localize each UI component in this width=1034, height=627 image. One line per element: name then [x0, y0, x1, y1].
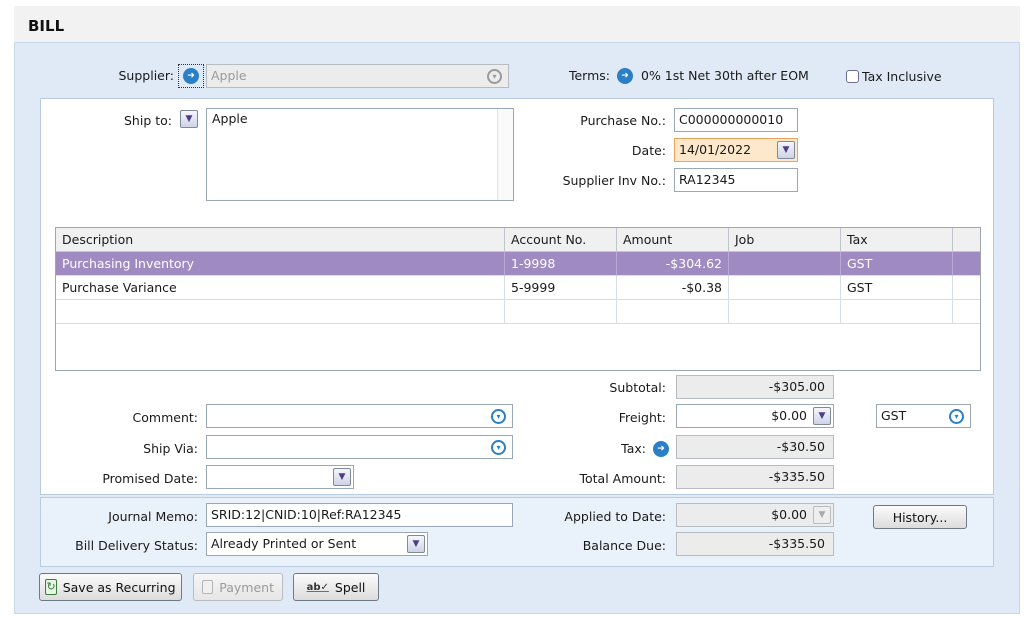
cell-description[interactable] — [56, 300, 505, 324]
recurring-icon: ↻ — [45, 579, 57, 595]
history-button[interactable]: History... — [873, 505, 967, 529]
tax-detail-button[interactable]: ➜ — [653, 441, 669, 457]
cell-tax[interactable] — [841, 300, 953, 324]
ship-to-text: Apple — [212, 111, 248, 126]
purchase-no-label: Purchase No.: — [580, 113, 666, 128]
save-as-recurring-label: Save as Recurring — [62, 579, 176, 595]
supplier-inv-label: Supplier Inv No.: — [562, 173, 666, 188]
ship-via-field[interactable] — [206, 435, 513, 459]
promised-date-dropdown[interactable]: ▼ — [333, 468, 351, 486]
chevron-down-icon: ▼ — [412, 539, 420, 549]
cell-amount[interactable]: -$304.62 — [617, 252, 729, 276]
cell-job[interactable] — [729, 276, 841, 300]
cell-account[interactable]: 1-9998 — [505, 252, 617, 276]
ship-via-label: Ship Via: — [143, 441, 198, 456]
chevron-down-icon[interactable]: ▾ — [949, 409, 964, 424]
subtotal-value: -$305.00 — [676, 375, 834, 399]
column-header-tax[interactable]: Tax — [841, 228, 953, 252]
arrow-right-circle-icon: ➜ — [183, 68, 199, 84]
freight-label: Freight: — [618, 410, 666, 425]
total-amount-label: Total Amount: — [579, 471, 667, 486]
cell-description[interactable]: Purchase Variance — [56, 276, 505, 300]
column-header-spacer — [953, 228, 980, 252]
journal-memo-label: Journal Memo: — [108, 509, 198, 524]
spell-label: Spell — [334, 579, 366, 595]
applied-dropdown: ▼ — [813, 506, 831, 524]
comment-label: Comment: — [132, 410, 198, 425]
cell-amount[interactable]: -$0.38 — [617, 276, 729, 300]
tax-value: -$30.50 — [676, 435, 834, 459]
chevron-down-icon: ▼ — [818, 411, 826, 421]
balance-value: -$335.50 — [676, 532, 834, 556]
chevron-down-icon: ▼ — [818, 510, 826, 520]
cell-tax[interactable]: GST — [841, 276, 953, 300]
memo-panel — [40, 497, 994, 567]
spell-check-icon: ab✓ — [306, 581, 329, 593]
column-header-job[interactable]: Job — [729, 228, 841, 252]
cell-spacer — [953, 276, 980, 300]
supplier-detail-button[interactable]: ➜ — [178, 64, 204, 88]
freight-field[interactable]: $0.00 — [676, 404, 834, 428]
cell-job[interactable] — [729, 252, 841, 276]
column-header-account[interactable]: Account No. — [505, 228, 617, 252]
line-items-table: Description Account No. Amount Job Tax P… — [55, 227, 981, 371]
cell-tax[interactable]: GST — [841, 252, 953, 276]
cell-job[interactable] — [729, 300, 841, 324]
ship-to-dropdown[interactable]: ▼ — [180, 110, 198, 128]
column-header-amount[interactable]: Amount — [617, 228, 729, 252]
title-bar — [14, 6, 1020, 42]
journal-memo-field[interactable]: SRID:12|CNID:10|Ref:RA12345 — [206, 503, 513, 527]
spell-button[interactable]: ab✓ Spell — [293, 573, 379, 601]
payment-button[interactable]: Payment — [193, 573, 283, 601]
tax-inclusive-label: Tax Inclusive — [862, 69, 942, 84]
chevron-down-icon: ▼ — [338, 472, 346, 482]
promised-date-field[interactable] — [206, 465, 354, 489]
supplier-inv-field[interactable]: RA12345 — [674, 168, 798, 192]
promised-date-label: Promised Date: — [102, 471, 198, 486]
date-label: Date: — [631, 143, 666, 158]
supplier-field[interactable]: Apple — [206, 64, 509, 88]
cell-spacer — [953, 252, 980, 276]
terms-value: 0% 1st Net 30th after EOM — [641, 68, 809, 83]
total-amount-value: -$335.50 — [676, 465, 834, 489]
chevron-down-icon: ▼ — [185, 114, 193, 124]
history-button-label: History... — [892, 509, 948, 525]
date-dropdown[interactable]: ▼ — [777, 141, 795, 159]
delivery-status-label: Bill Delivery Status: — [75, 538, 198, 553]
tax-label: Tax: — [621, 441, 646, 456]
chevron-down-icon[interactable]: ▾ — [487, 69, 502, 84]
supplier-label: Supplier: — [118, 68, 175, 83]
terms-label: Terms: — [568, 68, 610, 83]
balance-label: Balance Due: — [582, 538, 666, 553]
subtotal-label: Subtotal: — [609, 380, 666, 395]
chevron-down-icon[interactable]: ▾ — [491, 440, 506, 455]
column-header-description[interactable]: Description — [56, 228, 505, 252]
cell-description[interactable]: Purchasing Inventory — [56, 252, 505, 276]
terms-detail-button[interactable]: ➜ — [617, 68, 633, 84]
cell-spacer — [953, 300, 980, 324]
delivery-status-field[interactable]: Already Printed or Sent — [206, 532, 428, 556]
ship-to-label: Ship to: — [124, 113, 172, 128]
window-title: BILL — [28, 17, 65, 35]
ship-to-textarea[interactable]: Apple — [206, 108, 514, 201]
freight-dropdown[interactable]: ▼ — [813, 407, 831, 425]
ship-to-scrollbar[interactable] — [497, 109, 513, 200]
applied-value: $0.00 — [676, 503, 834, 527]
delivery-status-dropdown[interactable]: ▼ — [407, 535, 425, 553]
save-as-recurring-button[interactable]: ↻ Save as Recurring — [39, 573, 182, 601]
cell-amount[interactable] — [617, 300, 729, 324]
payment-icon — [202, 580, 214, 594]
cell-account[interactable]: 5-9999 — [505, 276, 617, 300]
tax-inclusive-checkbox[interactable] — [846, 70, 859, 83]
purchase-no-field[interactable]: C000000000010 — [674, 108, 798, 132]
cell-account[interactable] — [505, 300, 617, 324]
chevron-down-icon[interactable]: ▾ — [491, 409, 506, 424]
chevron-down-icon: ▼ — [782, 145, 790, 155]
payment-label: Payment — [219, 579, 274, 595]
comment-field[interactable] — [206, 404, 513, 428]
applied-label: Applied to Date: — [564, 509, 666, 524]
